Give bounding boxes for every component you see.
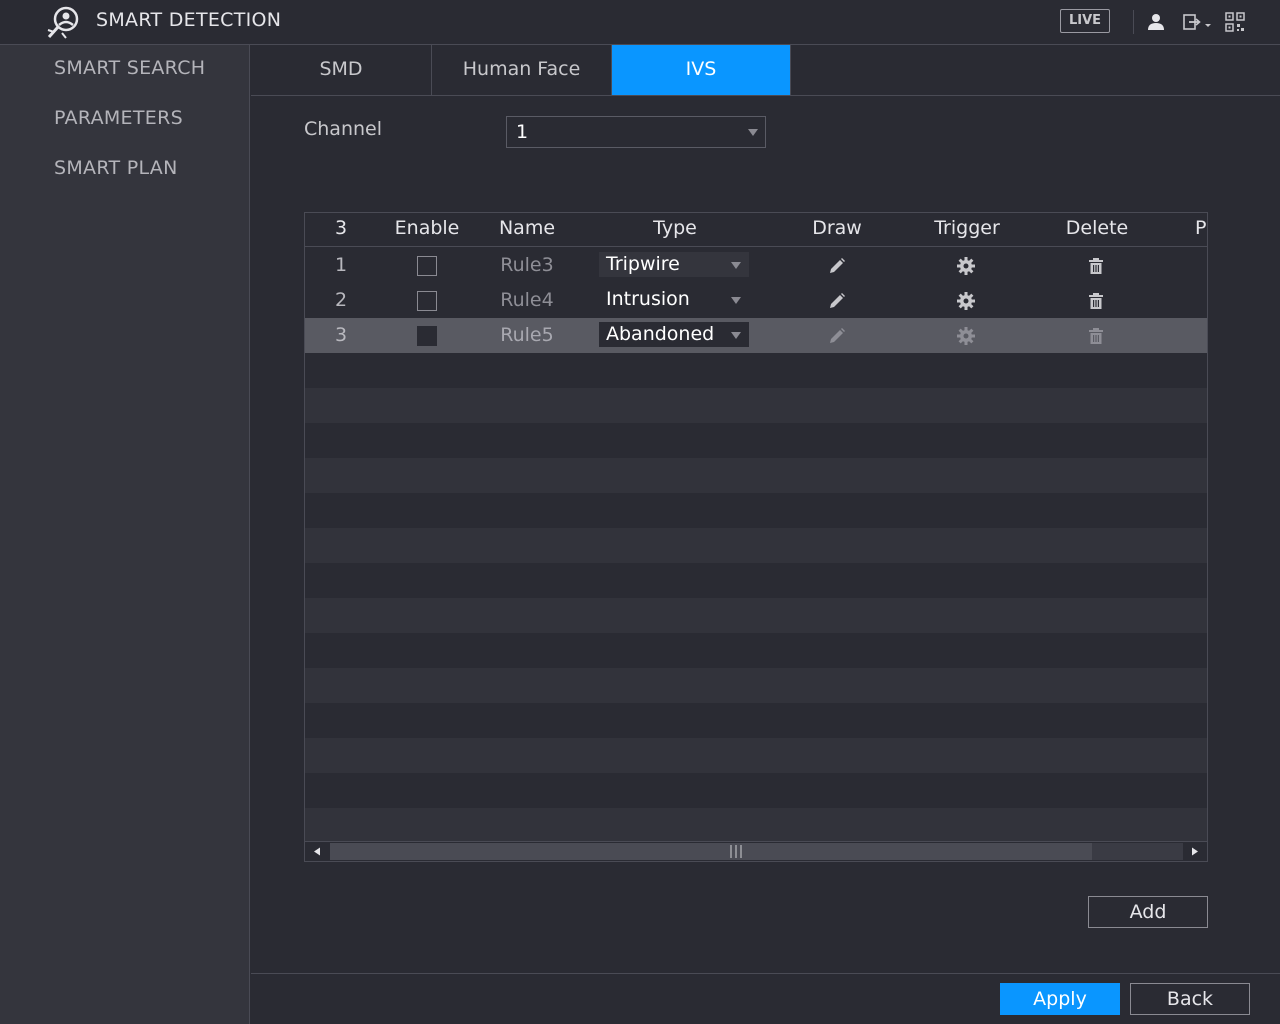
column-header-p: P <box>1195 217 1207 239</box>
footer-divider <box>251 973 1280 974</box>
row-index: 1 <box>334 254 348 276</box>
type-select[interactable]: Intrusion <box>599 287 749 312</box>
triangle-left-icon <box>314 847 320 856</box>
empty-row <box>305 668 1207 703</box>
back-button[interactable]: Back <box>1130 983 1250 1015</box>
empty-row <box>305 493 1207 528</box>
empty-row <box>305 388 1207 423</box>
enable-checkbox-checked[interactable] <box>417 326 437 346</box>
live-button[interactable]: LIVE <box>1060 9 1110 33</box>
rule-name: Rule3 <box>500 254 554 276</box>
type-select-value: Intrusion <box>606 288 690 310</box>
tab-human-face[interactable]: Human Face <box>432 45 612 95</box>
sidebar-item-smart-search[interactable]: SMART SEARCH <box>54 57 205 79</box>
empty-row <box>305 773 1207 808</box>
empty-row <box>305 458 1207 493</box>
channel-label: Channel <box>304 118 383 140</box>
empty-row <box>305 563 1207 598</box>
logout-icon[interactable] <box>1182 12 1214 32</box>
type-select-value: Abandoned <box>606 323 715 345</box>
enable-checkbox[interactable] <box>417 291 437 311</box>
type-select[interactable]: Abandoned <box>599 322 749 347</box>
tab-smd[interactable]: SMD <box>251 45 432 95</box>
empty-row <box>305 633 1207 668</box>
enable-checkbox[interactable] <box>417 256 437 276</box>
column-header-trigger: Trigger <box>934 217 1000 239</box>
channel-select[interactable]: 1 <box>506 116 766 148</box>
table-header: 3 Enable Name Type Draw Trigger Delete P <box>305 213 1207 247</box>
chevron-down-icon <box>748 129 758 136</box>
chevron-down-icon <box>731 332 741 339</box>
app-title: SMART DETECTION <box>96 9 282 31</box>
row-index: 3 <box>334 324 348 346</box>
add-button[interactable]: Add <box>1088 896 1208 928</box>
chevron-down-icon <box>731 262 741 269</box>
column-header-delete: Delete <box>1065 217 1129 239</box>
rules-table: 3 Enable Name Type Draw Trigger Delete P… <box>304 212 1208 862</box>
pencil-icon[interactable] <box>827 256 847 276</box>
user-icon[interactable] <box>1146 12 1166 32</box>
sidebar-item-smart-plan[interactable]: SMART PLAN <box>54 157 178 179</box>
column-header-draw: Draw <box>812 217 862 239</box>
chevron-down-icon <box>731 297 741 304</box>
empty-row <box>305 423 1207 458</box>
column-header-index: 3 <box>334 217 348 239</box>
grip-icon <box>730 845 742 858</box>
pencil-icon[interactable] <box>827 326 847 346</box>
type-select-value: Tripwire <box>606 253 680 275</box>
scrollbar-track[interactable] <box>330 843 1183 860</box>
trash-icon[interactable] <box>1086 291 1106 311</box>
gear-icon[interactable] <box>956 256 976 276</box>
triangle-right-icon <box>1192 847 1198 856</box>
column-header-type: Type <box>653 217 697 239</box>
tab-ivs[interactable]: IVS <box>612 45 791 95</box>
sidebar: SMART SEARCH PARAMETERS SMART PLAN <box>0 45 250 1024</box>
tab-bar: SMD Human Face IVS <box>251 45 1280 96</box>
table-row[interactable]: 2 Rule4 Intrusion <box>305 283 1207 318</box>
trash-icon[interactable] <box>1086 326 1106 346</box>
pencil-icon[interactable] <box>827 291 847 311</box>
trash-icon[interactable] <box>1086 256 1106 276</box>
empty-row <box>305 703 1207 738</box>
horizontal-scrollbar[interactable] <box>305 841 1207 861</box>
column-header-enable: Enable <box>394 217 460 239</box>
qr-code-icon[interactable] <box>1225 12 1245 32</box>
empty-row <box>305 738 1207 773</box>
toolbar-divider <box>1133 10 1134 34</box>
empty-row <box>305 598 1207 633</box>
smart-detection-logo-icon <box>47 6 79 39</box>
scroll-right-button[interactable] <box>1183 842 1207 861</box>
type-select[interactable]: Tripwire <box>599 252 749 277</box>
empty-row <box>305 353 1207 388</box>
top-bar: SMART DETECTION LIVE <box>0 0 1280 45</box>
row-index: 2 <box>334 289 348 311</box>
rule-name: Rule4 <box>500 289 554 311</box>
empty-row <box>305 528 1207 563</box>
column-header-name: Name <box>498 217 556 239</box>
gear-icon[interactable] <box>956 291 976 311</box>
table-row[interactable]: 1 Rule3 Tripwire <box>305 248 1207 283</box>
sidebar-item-parameters[interactable]: PARAMETERS <box>54 107 183 129</box>
scroll-left-button[interactable] <box>305 842 329 861</box>
rule-name: Rule5 <box>500 324 554 346</box>
gear-icon[interactable] <box>956 326 976 346</box>
table-row-selected[interactable]: 3 Rule5 Abandoned <box>305 318 1207 353</box>
empty-row <box>305 808 1207 843</box>
apply-button[interactable]: Apply <box>1000 983 1120 1015</box>
scrollbar-thumb[interactable] <box>330 843 1092 860</box>
channel-value: 1 <box>516 121 529 143</box>
